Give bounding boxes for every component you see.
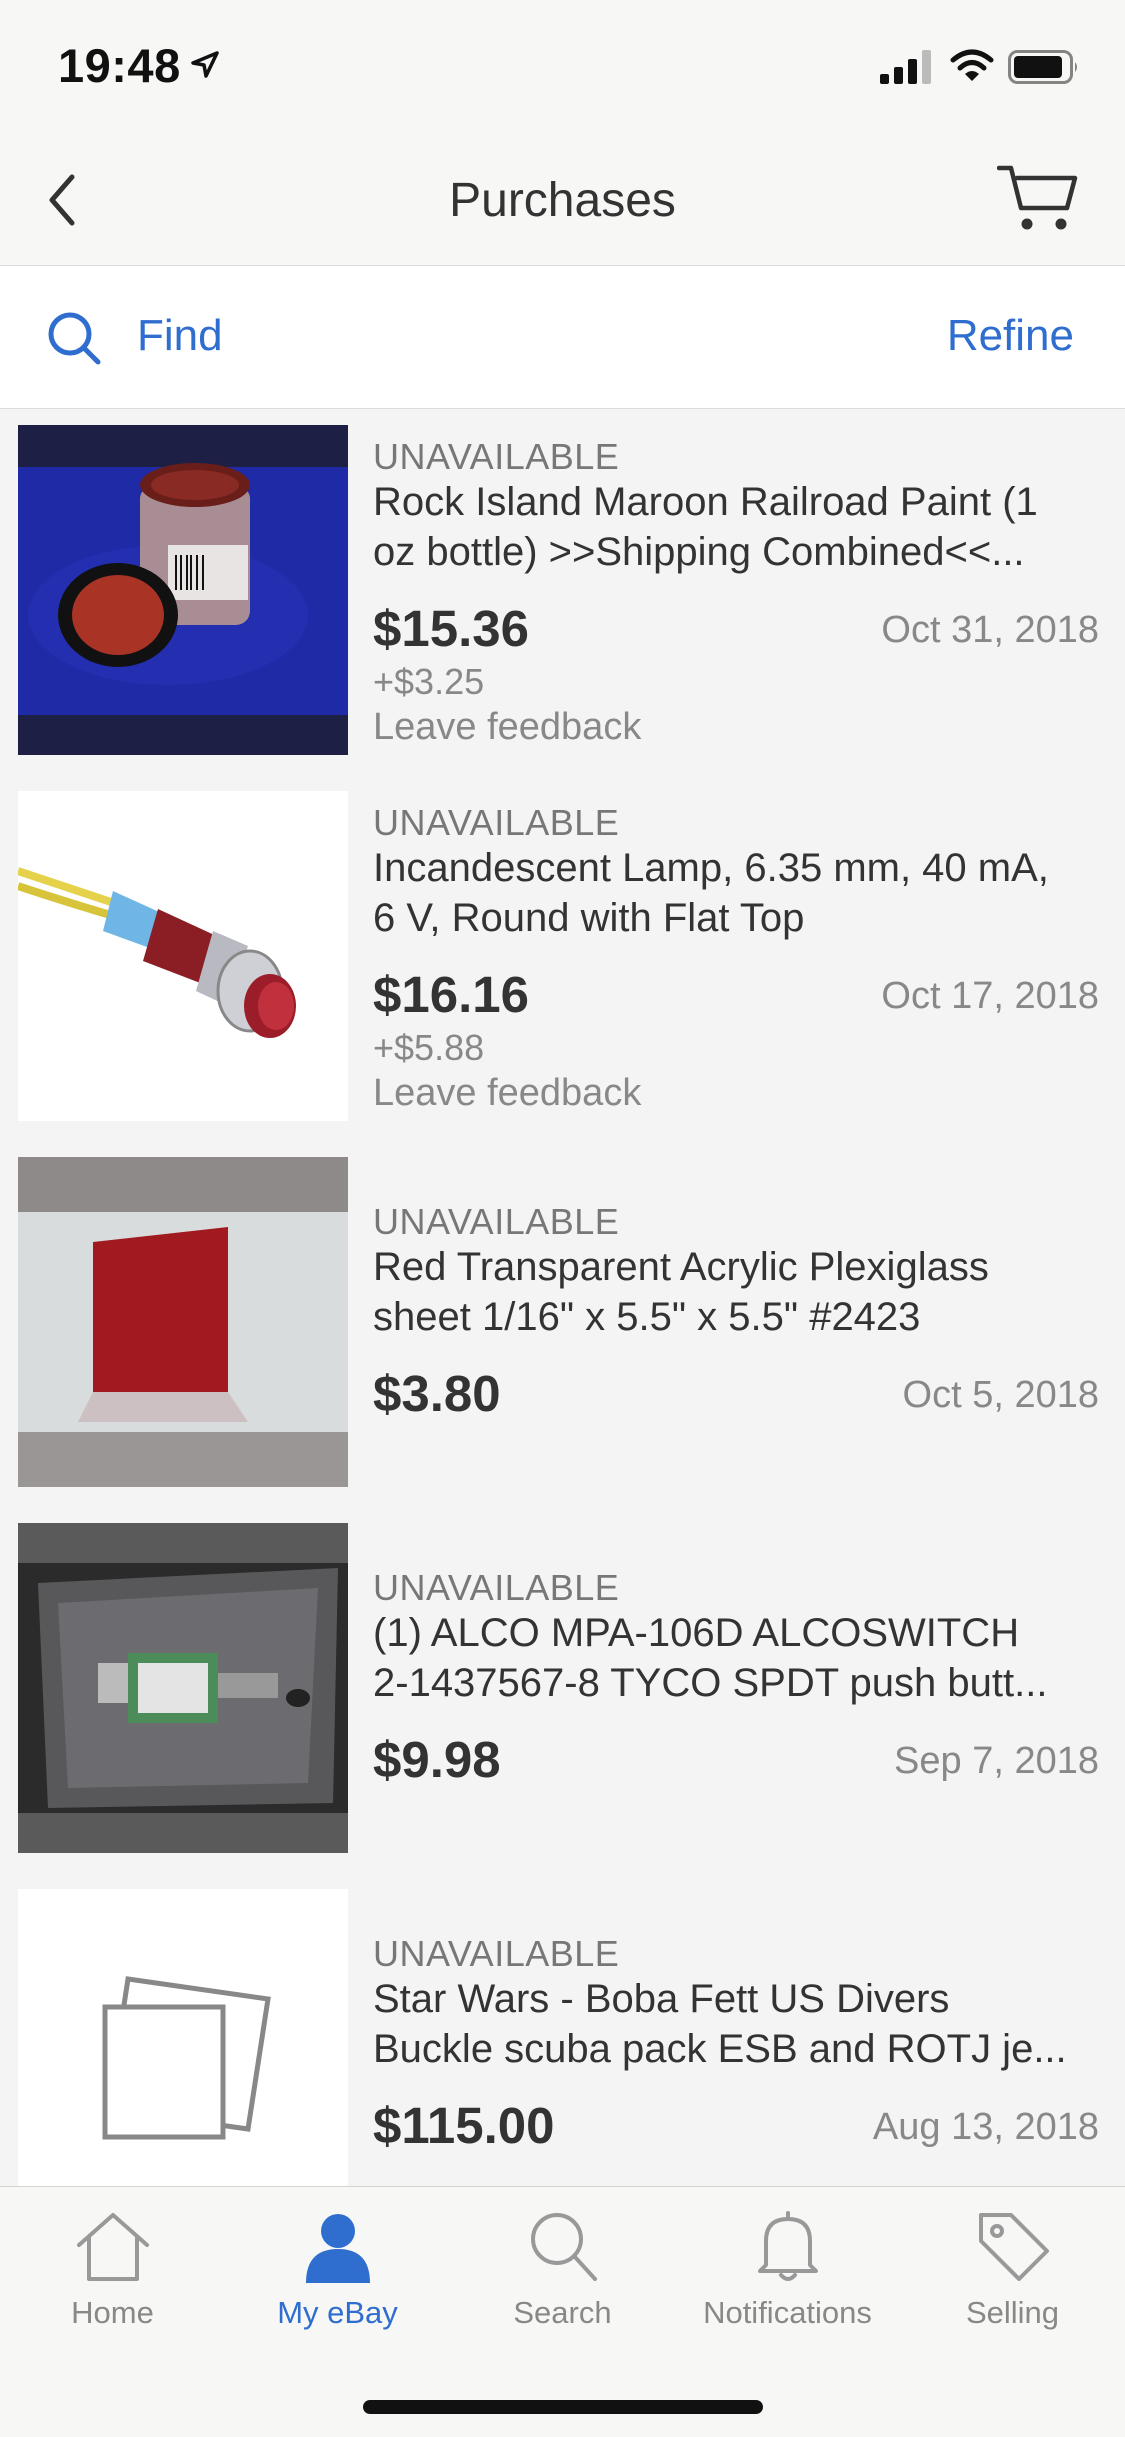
leave-feedback-link[interactable]: Leave feedback [373, 706, 641, 749]
refine-button[interactable]: Refine [947, 311, 1074, 361]
list-item[interactable]: UNAVAILABLE Red Transparent Acrylic Plex… [0, 1141, 1125, 1507]
item-thumbnail[interactable] [18, 791, 348, 1121]
item-price: $16.16 [373, 966, 529, 1023]
item-title-line[interactable]: sheet 1/16" x 5.5" x 5.5" #2423 [373, 1292, 1108, 1342]
status-bar: 19:48 [0, 0, 1125, 135]
item-status: UNAVAILABLE [373, 802, 620, 843]
tab-label: My eBay [277, 2295, 398, 2330]
list-item[interactable]: UNAVAILABLE Star Wars - Boba Fett US Div… [0, 1873, 1125, 2186]
tab-label: Home [71, 2295, 154, 2330]
search-icon [530, 2213, 597, 2281]
item-title-line[interactable]: 6 V, Round with Flat Top [373, 893, 1108, 943]
item-price: $3.80 [373, 1365, 501, 1422]
battery-icon [1008, 50, 1077, 84]
item-status: UNAVAILABLE [373, 1933, 620, 1974]
item-thumbnail[interactable] [18, 1157, 348, 1487]
item-title-line[interactable]: Red Transparent Acrylic Plexiglass [373, 1242, 1108, 1292]
item-price: $9.98 [373, 1731, 501, 1788]
home-indicator[interactable] [363, 2400, 763, 2414]
switch-image [18, 1523, 348, 1853]
paint-bottle-image [18, 425, 348, 755]
item-title-line[interactable]: (1) ALCO MPA-106D ALCOSWITCH [373, 1608, 1108, 1658]
find-button[interactable]: Find [137, 311, 223, 361]
person-icon [305, 2214, 370, 2283]
item-title-line[interactable]: Incandescent Lamp, 6.35 mm, 40 mA, [373, 843, 1108, 893]
item-date: Oct 5, 2018 [902, 1374, 1099, 1416]
wifi-icon [950, 49, 994, 81]
home-icon [76, 2213, 149, 2281]
tab-selling[interactable]: Selling [900, 2209, 1125, 2349]
status-time: 19:48 [58, 39, 181, 92]
location-arrow-icon [191, 51, 219, 78]
tab-label: Search [513, 2295, 612, 2330]
tab-home[interactable]: Home [0, 2209, 225, 2349]
item-thumbnail[interactable] [18, 425, 348, 755]
acrylic-sheet-image [18, 1157, 348, 1487]
lamp-image [18, 791, 348, 1121]
bell-icon [757, 2211, 818, 2281]
item-title-line[interactable]: Buckle scuba pack ESB and ROTJ je... [373, 2024, 1108, 2074]
tab-label: Selling [965, 2295, 1060, 2330]
search-icon[interactable] [46, 310, 102, 366]
item-date: Aug 13, 2018 [872, 2106, 1099, 2148]
tab-label: Notifications [703, 2295, 872, 2330]
item-title-line[interactable]: 2-1437567-8 TYCO SPDT push butt... [373, 1658, 1108, 1708]
cart-icon[interactable] [997, 162, 1079, 234]
list-item[interactable]: UNAVAILABLE Incandescent Lamp, 6.35 mm, … [0, 775, 1125, 1141]
item-title-line[interactable]: Star Wars - Boba Fett US Divers [373, 1974, 1108, 2024]
navigation-bar: Purchases [0, 135, 1125, 266]
cellular-signal-icon [880, 50, 931, 84]
item-status: UNAVAILABLE [373, 1567, 620, 1608]
item-title-line[interactable]: oz bottle) >>Shipping Combined<<... [373, 527, 1108, 577]
item-shipping: +$3.25 [373, 661, 485, 702]
item-thumbnail[interactable] [18, 1523, 348, 1853]
tab-notifications[interactable]: Notifications [675, 2209, 900, 2349]
list-item[interactable]: UNAVAILABLE Rock Island Maroon Railroad … [0, 409, 1125, 775]
item-date: Sep 7, 2018 [894, 1740, 1099, 1782]
item-price: $15.36 [373, 600, 529, 657]
item-shipping: +$5.88 [373, 1027, 485, 1068]
tab-my-ebay[interactable]: My eBay [225, 2209, 450, 2349]
item-status: UNAVAILABLE [373, 1201, 620, 1242]
image-placeholder-icon [18, 1889, 348, 2186]
item-status: UNAVAILABLE [373, 436, 620, 477]
item-thumbnail[interactable] [18, 1889, 348, 2186]
find-bar: Find Refine [0, 266, 1125, 409]
item-date: Oct 17, 2018 [881, 975, 1099, 1017]
tag-icon [978, 2213, 1049, 2281]
leave-feedback-link[interactable]: Leave feedback [373, 1072, 641, 1115]
page-title: Purchases [449, 174, 676, 227]
list-item[interactable]: UNAVAILABLE (1) ALCO MPA-106D ALCOSWITCH… [0, 1507, 1125, 1873]
item-price: $115.00 [373, 2097, 555, 2154]
item-title-line[interactable]: Rock Island Maroon Railroad Paint (1 [373, 477, 1108, 527]
purchases-list[interactable]: UNAVAILABLE Rock Island Maroon Railroad … [0, 409, 1125, 2186]
item-date: Oct 31, 2018 [881, 609, 1099, 651]
tab-search[interactable]: Search [450, 2209, 675, 2349]
